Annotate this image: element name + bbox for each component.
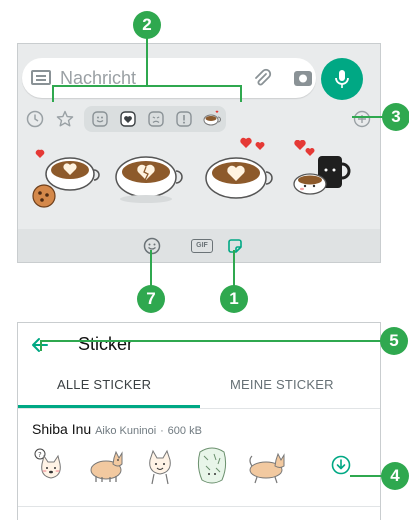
tutorial-figure: Nachricht GIF 2 3 7 1 Sticker ALLE STICK…	[0, 0, 409, 520]
sticker-category-bar	[18, 102, 380, 136]
page-title: Sticker	[78, 334, 134, 354]
list-divider	[18, 506, 380, 507]
callout-badge-7: 7	[137, 285, 165, 313]
shiba-sticker-3[interactable]	[140, 446, 180, 486]
coffee-pack-icon[interactable]	[202, 110, 224, 128]
camera-icon[interactable]	[292, 67, 314, 89]
plus-circle-icon[interactable]	[352, 109, 372, 129]
callout-badge-4: 4	[381, 462, 409, 490]
callout-badge-2: 2	[133, 11, 161, 39]
mic-icon	[335, 70, 349, 88]
meta-separator: ·	[160, 425, 164, 437]
callout-3-line	[352, 116, 384, 118]
keyboard-mode-bar: GIF	[18, 229, 380, 262]
svg-text:?: ?	[38, 451, 42, 459]
sticker-pack-author: Aiko Kuninoi	[95, 425, 157, 437]
shiba-sticker-2[interactable]	[84, 446, 128, 484]
heart-icon[interactable]	[119, 110, 137, 128]
shiba-sticker-1[interactable]: ?	[32, 446, 70, 484]
sticker-latte-cookie[interactable]	[28, 144, 100, 212]
sticker-latte-broken-heart[interactable]	[110, 147, 184, 207]
sticker-store-panel: Sticker ALLE STICKER MEINE STICKER Shiba…	[17, 322, 381, 520]
shiba-sticker-4[interactable]	[192, 446, 232, 488]
keyboard-icon[interactable]	[31, 70, 51, 85]
callout-5-line-vertical	[40, 340, 42, 351]
sticker-icon[interactable]	[226, 237, 244, 255]
callout-2-line-left	[52, 85, 54, 102]
emotion-category-group	[84, 106, 226, 132]
emoji-icon[interactable]	[143, 237, 161, 255]
callout-4-line	[350, 475, 384, 477]
exclamation-icon[interactable]	[175, 110, 193, 128]
callout-2-line-stem	[146, 38, 148, 86]
sticker-latte-hearts[interactable]	[198, 136, 282, 208]
clock-icon[interactable]	[25, 109, 45, 129]
callout-badge-3: 3	[382, 103, 409, 131]
callout-5-line-horizontal	[40, 340, 382, 342]
tabs-divider	[18, 408, 380, 409]
callout-7-line	[150, 250, 152, 287]
tab-all-stickers[interactable]: ALLE STICKER	[57, 377, 151, 392]
voice-record-button[interactable]	[321, 58, 363, 100]
shiba-sticker-5[interactable]	[244, 446, 290, 484]
callout-badge-1: 1	[220, 285, 248, 313]
download-icon[interactable]	[330, 454, 352, 476]
happy-face-icon[interactable]	[91, 110, 109, 128]
sticker-pack-header: Shiba Inu Aiko Kuninoi · 600 kB	[32, 421, 202, 437]
tab-my-stickers[interactable]: MEINE STICKER	[230, 377, 334, 392]
callout-badge-5: 5	[380, 327, 408, 355]
message-composer[interactable]: Nachricht	[22, 58, 316, 98]
callout-2-line-right	[240, 85, 242, 102]
paperclip-icon[interactable]	[252, 68, 272, 88]
gif-icon[interactable]: GIF	[191, 239, 213, 253]
sticker-pack-name[interactable]: Shiba Inu	[32, 421, 91, 437]
sad-face-icon[interactable]	[147, 110, 165, 128]
star-icon[interactable]	[55, 109, 75, 129]
chat-input-sticker-panel: Nachricht GIF	[17, 43, 381, 263]
sticker-coffee-couple[interactable]	[288, 140, 352, 208]
sticker-pack-size: 600 kB	[167, 425, 202, 437]
callout-1-line	[233, 250, 235, 287]
